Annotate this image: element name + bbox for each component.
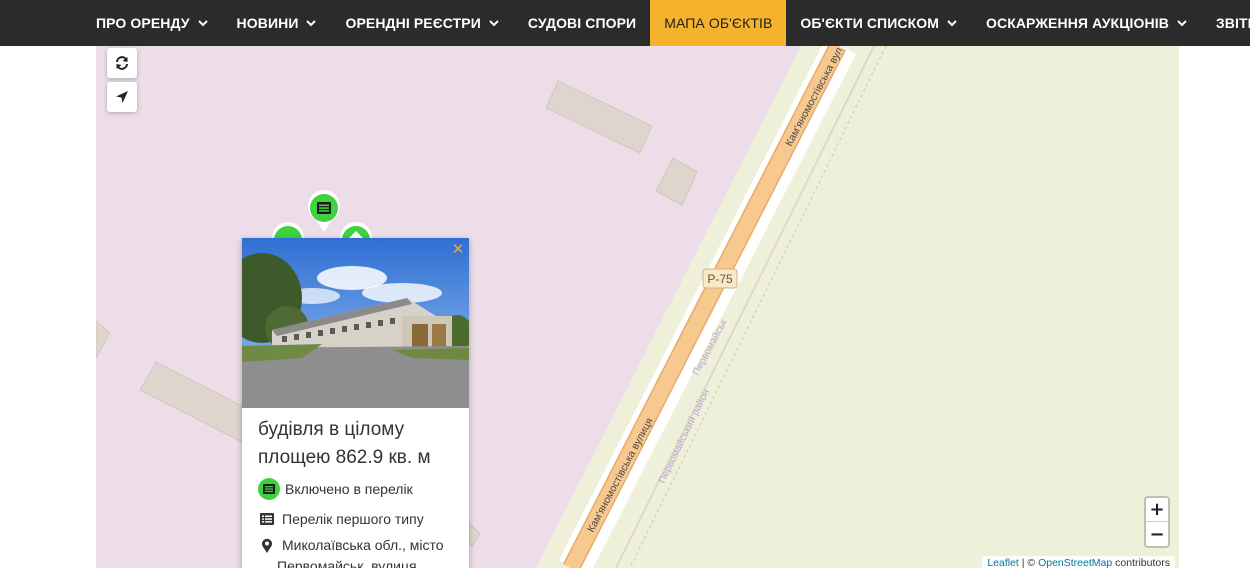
popup-status: Включено в перелік xyxy=(285,481,413,497)
zoom-control: + − xyxy=(1144,496,1170,548)
road-shield: Р-75 xyxy=(702,268,738,289)
nav-item-rent-registers[interactable]: ОРЕНДНІ РЕЄСТРИ xyxy=(331,0,513,46)
chevron-down-icon xyxy=(1177,20,1187,27)
nav-item-label: ПРО ОРЕНДУ xyxy=(96,15,190,31)
nav-item-label: ОСКАРЖЕННЯ АУКЦІОНІВ xyxy=(986,15,1169,31)
locate-button[interactable] xyxy=(107,82,137,112)
nav-item-label: ОРЕНДНІ РЕЄСТРИ xyxy=(345,15,481,31)
nav-item-objects-list[interactable]: ОБ'ЄКТИ СПИСКОМ xyxy=(786,0,972,46)
popup-list-type-row: Перелік першого типу xyxy=(258,510,424,528)
popup-title-line2: площею 862.9 кв. м xyxy=(258,447,431,468)
leaflet-link[interactable]: Leaflet xyxy=(987,557,1019,568)
zoom-in-button[interactable]: + xyxy=(1146,498,1168,522)
map-canvas[interactable]: Р-75 Кам'яномостівська вул Кам'яномостів… xyxy=(96,46,1179,568)
object-popup: ✕ будівля в цілому площею 862.9 кв. м Вк… xyxy=(242,238,469,568)
nav-item-auction-appeals[interactable]: ОСКАРЖЕННЯ АУКЦІОНІВ xyxy=(972,0,1202,46)
refresh-button[interactable] xyxy=(107,48,137,78)
popup-address-line1: Миколаївська обл., місто xyxy=(282,537,444,553)
nav-item-court-disputes[interactable]: СУДОВІ СПОРИ xyxy=(514,0,650,46)
nav-item-label: СУДОВІ СПОРИ xyxy=(527,15,637,31)
map-marker-selected[interactable] xyxy=(306,190,342,234)
list-icon xyxy=(258,510,276,528)
chevron-down-icon xyxy=(197,20,208,27)
nav-item-label: ЗВІТНІСТЬ xyxy=(1215,15,1250,31)
list-status-icon xyxy=(258,478,280,500)
nav-item-label: ОБ'ЄКТИ СПИСКОМ xyxy=(800,15,939,31)
popup-address-line2: Первомайськ, вулиця xyxy=(277,558,417,568)
chevron-down-icon xyxy=(306,20,317,27)
map-pin-icon xyxy=(258,536,276,554)
popup-address-row: Миколаївська обл., місто xyxy=(258,536,444,554)
nav-item-news[interactable]: НОВИНИ xyxy=(223,0,332,46)
location-arrow-icon xyxy=(116,91,128,103)
nav-item-objects-map[interactable]: МАПА ОБ'ЄКТІВ xyxy=(650,0,787,46)
attribution-suffix: contributors xyxy=(1112,557,1170,568)
road-shield-label: Р-75 xyxy=(707,272,733,286)
chevron-down-icon xyxy=(947,20,957,27)
refresh-icon xyxy=(116,56,128,70)
nav-item-reports[interactable]: ЗВІТНІСТЬ xyxy=(1202,0,1250,46)
popup-title: будівля в цілому площею 862.9 кв. м xyxy=(258,416,458,472)
object-photo[interactable] xyxy=(242,238,469,408)
nav-item-about-rent[interactable]: ПРО ОРЕНДУ xyxy=(82,0,223,46)
nav-item-label: НОВИНИ xyxy=(236,15,299,31)
nav-item-label: МАПА ОБ'ЄКТІВ xyxy=(664,15,773,31)
zoom-out-button[interactable]: − xyxy=(1146,522,1168,546)
osm-link[interactable]: OpenStreetMap xyxy=(1038,557,1112,568)
attribution-separator: | © xyxy=(1018,557,1039,568)
chevron-down-icon xyxy=(489,20,499,27)
close-icon[interactable]: ✕ xyxy=(450,241,466,257)
top-navigation: ПРО ОРЕНДУ НОВИНИ ОРЕНДНІ РЕЄСТРИ СУДОВІ… xyxy=(0,0,1250,46)
popup-title-line1: будівля в цілому xyxy=(258,419,405,440)
popup-status-row: Включено в перелік xyxy=(258,478,413,500)
map-attribution: Leaflet | © OpenStreetMap contributors xyxy=(982,556,1175,568)
popup-list-type: Перелік першого типу xyxy=(282,511,424,527)
